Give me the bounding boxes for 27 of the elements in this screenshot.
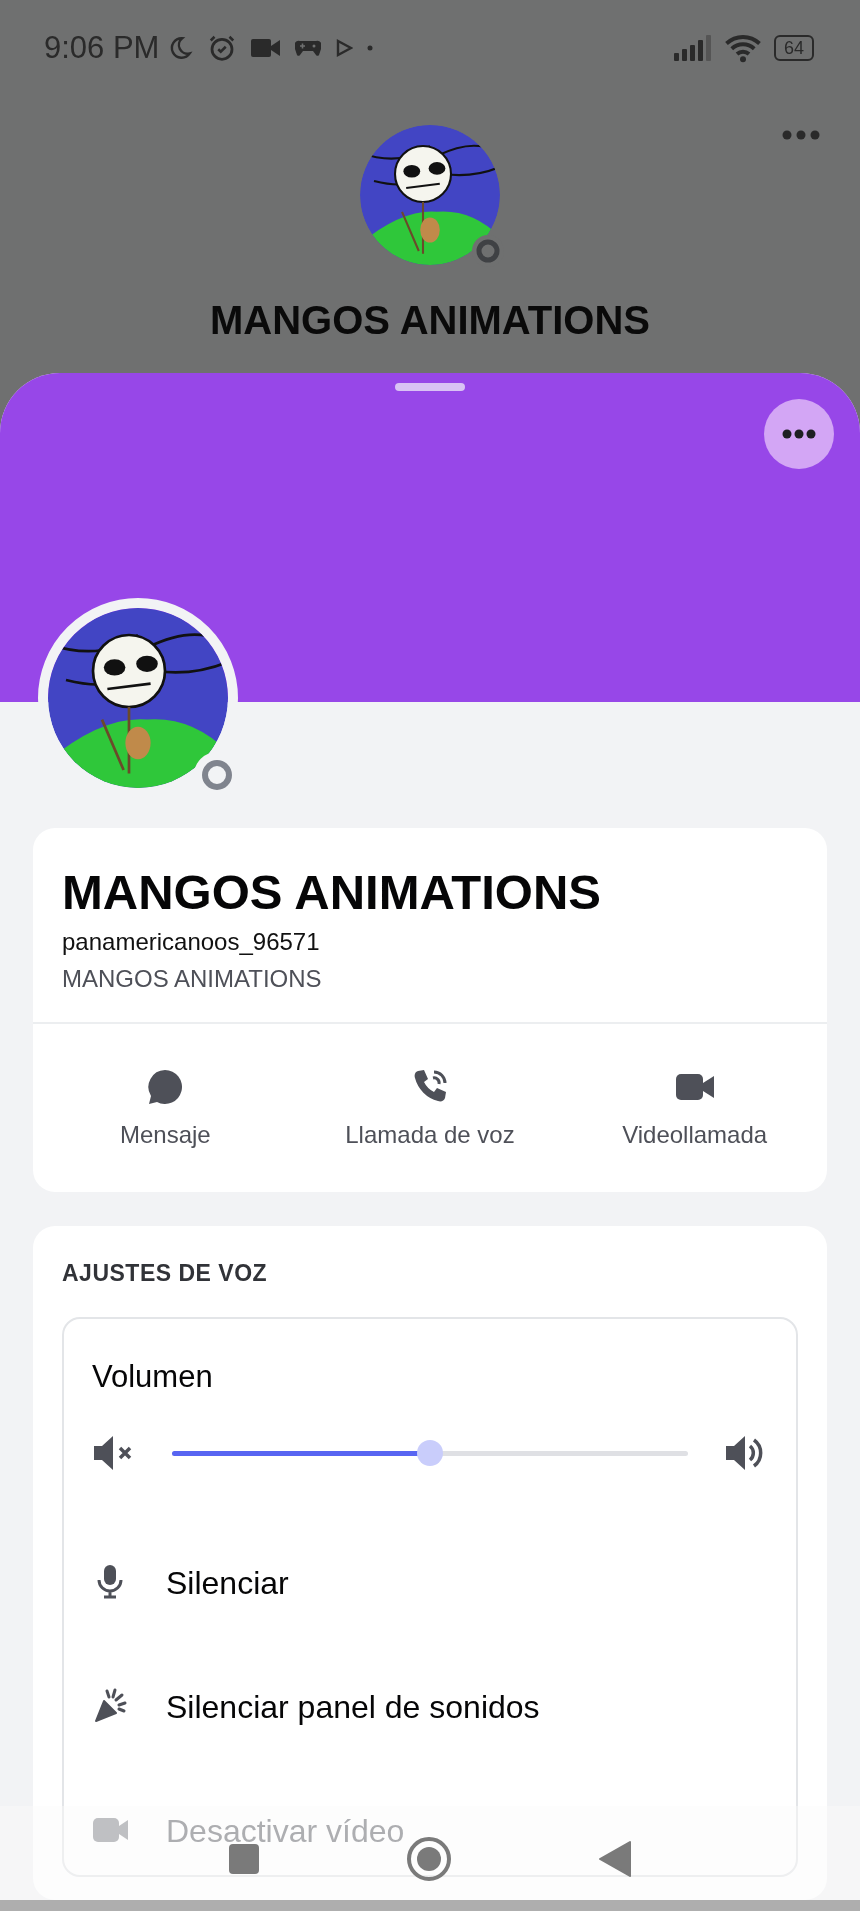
section-heading: AJUSTES DE VOZ [62, 1260, 269, 1287]
display-name: MANGOS ANIMATIONS [62, 864, 602, 921]
gamepad-icon [295, 39, 322, 57]
action-button[interactable]: Mensaje [33, 1067, 298, 1149]
action-button[interactable]: Videollamada [562, 1067, 827, 1149]
volume-label: Volumen [92, 1359, 214, 1395]
volume-slider[interactable] [172, 1440, 688, 1466]
action-button[interactable]: Llamada de voz [297, 1067, 563, 1149]
signal-icon [673, 35, 712, 61]
clock-time: 9:06 PM [44, 30, 160, 66]
settings-row[interactable]: Silenciar [92, 1563, 289, 1603]
more-options-icon [782, 429, 816, 439]
more-options-icon[interactable] [782, 130, 820, 140]
battery-indicator: 64 [773, 35, 814, 61]
dot-icon [367, 45, 374, 51]
settings-row[interactable]: Silenciar panel de sonidos [92, 1687, 540, 1727]
profile-title: MANGOS ANIMATIONS [209, 297, 651, 344]
play-icon [335, 39, 354, 57]
back-triangle-icon[interactable] [598, 1839, 632, 1878]
username: panamericanoos_96571 [62, 927, 321, 957]
drag-handle[interactable] [395, 383, 465, 391]
home-circle-icon[interactable] [406, 1835, 452, 1882]
wifi-icon [723, 33, 762, 63]
square-icon[interactable] [228, 1842, 260, 1875]
slider-handle[interactable] [417, 1440, 443, 1466]
video-camera-icon [251, 37, 282, 59]
about-text: MANGOS ANIMATIONS [62, 964, 323, 994]
